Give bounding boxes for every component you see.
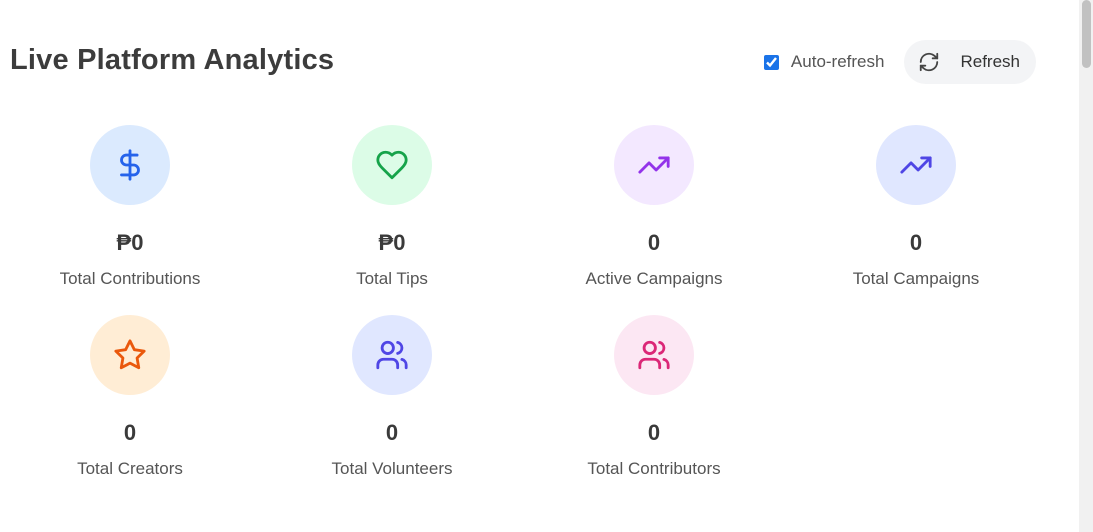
trending-up-icon — [638, 156, 670, 174]
stat-total-volunteers: 0 Total Volunteers — [272, 315, 512, 479]
refresh-label: Refresh — [960, 52, 1020, 71]
users-icon — [638, 340, 670, 370]
auto-refresh-label: Auto-refresh — [790, 52, 885, 71]
stat-value: 0 — [909, 230, 923, 255]
scrollbar-thumb[interactable] — [1082, 0, 1091, 68]
trending-up-icon — [900, 156, 932, 174]
stat-label: Total Contributions — [59, 269, 201, 288]
stat-icon-circle — [614, 315, 694, 395]
header-controls: Auto-refresh Refresh — [763, 40, 1036, 84]
stat-value: 0 — [647, 230, 661, 255]
star-icon — [114, 339, 146, 370]
stat-value: ₱0 — [116, 230, 144, 255]
stat-icon-circle — [876, 125, 956, 205]
users-icon — [376, 340, 408, 370]
stat-label: Active Campaigns — [585, 269, 723, 288]
auto-refresh-checkbox[interactable] — [763, 54, 779, 70]
dollar-icon — [120, 149, 140, 181]
stat-icon-circle — [90, 315, 170, 395]
stat-value: 0 — [385, 420, 399, 445]
stat-value: 0 — [123, 420, 137, 445]
stat-icon-circle — [90, 125, 170, 205]
stat-total-contributors: 0 Total Contributors — [534, 315, 774, 479]
heart-icon — [376, 150, 408, 180]
stat-label: Total Contributors — [587, 459, 721, 478]
stat-icon-circle — [352, 125, 432, 205]
refresh-icon — [920, 52, 939, 72]
stat-total-contributions: ₱0 Total Contributions — [10, 125, 250, 289]
stat-label: Total Volunteers — [331, 459, 453, 478]
stat-label: Total Creators — [77, 459, 183, 478]
auto-refresh-toggle[interactable]: Auto-refresh — [763, 52, 885, 72]
analytics-page: Live Platform Analytics Auto-refresh Ref… — [0, 0, 1093, 532]
stat-total-creators: 0 Total Creators — [10, 315, 250, 479]
stat-value: 0 — [647, 420, 661, 445]
stat-total-campaigns: 0 Total Campaigns — [796, 125, 1036, 289]
refresh-button[interactable]: Refresh — [904, 40, 1036, 84]
stat-icon-circle — [352, 315, 432, 395]
page-title: Live Platform Analytics — [10, 44, 335, 76]
stat-active-campaigns: 0 Active Campaigns — [534, 125, 774, 289]
page-scrollbar[interactable] — [1079, 0, 1093, 532]
stat-label: Total Campaigns — [852, 269, 980, 288]
stat-value: ₱0 — [378, 230, 406, 255]
stat-total-tips: ₱0 Total Tips — [272, 125, 512, 289]
stat-label: Total Tips — [356, 269, 428, 288]
stat-icon-circle — [614, 125, 694, 205]
